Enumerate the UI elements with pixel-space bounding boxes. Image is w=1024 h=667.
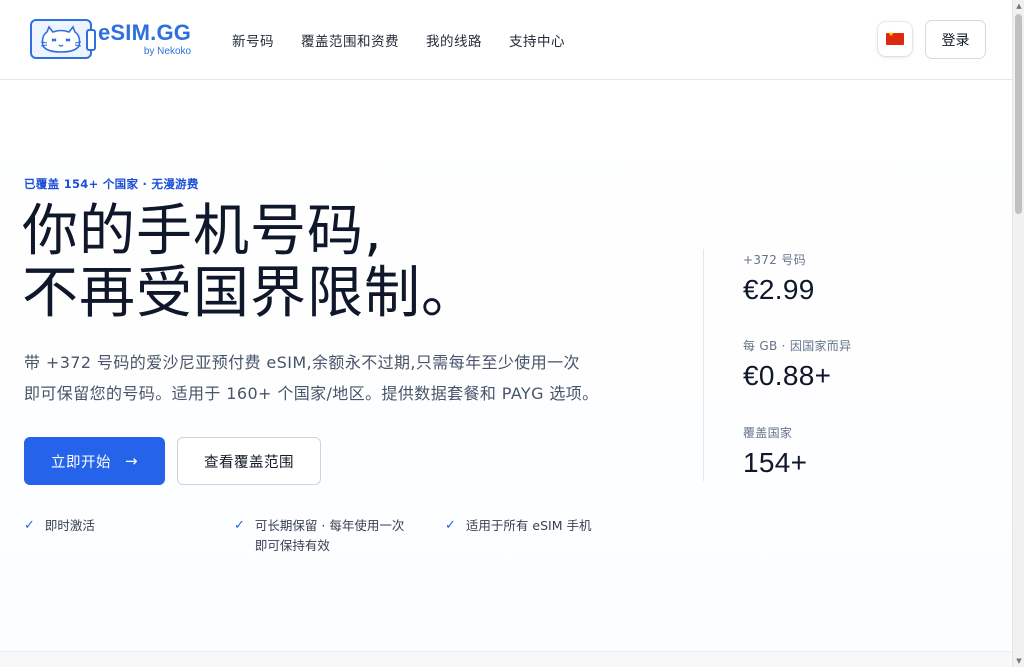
view-coverage-button[interactable]: 查看覆盖范围 — [177, 437, 321, 485]
stat-value: €2.99 — [743, 274, 815, 305]
feature-text: 即时激活 — [44, 518, 95, 533]
get-started-label: 立即开始 — [50, 454, 111, 471]
language-switcher-button[interactable] — [878, 22, 912, 56]
nav-coverage-pricing[interactable]: 覆盖范围和资费 — [301, 30, 399, 50]
feature-text: 可长期保留 · 每年使用一次 — [254, 518, 405, 533]
feature-instant-activation: ✓ 即时激活 — [24, 516, 95, 536]
nav-support-center[interactable]: 支持中心 — [509, 30, 565, 50]
stat-label: 每 GB · 因国家而异 — [743, 339, 852, 353]
logo-subtitle: by Nekoko — [143, 45, 192, 57]
check-icon: ✓ — [445, 518, 456, 533]
hero-description: 带 +372 号码的爱沙尼亚预付费 eSIM,余额永不过期,只需每年至少使用一次… — [24, 347, 644, 409]
china-flag-icon — [886, 30, 904, 45]
nav-new-number[interactable]: 新号码 — [232, 30, 274, 50]
scroll-down-icon[interactable]: ▼ — [1015, 656, 1023, 666]
stat-countries: 覆盖国家 154+ — [743, 424, 807, 479]
stats-panel: +372 号码 €2.99 每 GB · 因国家而异 €0.88+ 覆盖国家 1… — [703, 249, 993, 481]
feature-text: 即可保持有效 — [254, 538, 330, 553]
headline-line-1: 你的手机号码, — [22, 199, 383, 264]
description-line-1: 带 +372 号码的爱沙尼亚预付费 eSIM,余额永不过期,只需每年至少使用一次 — [24, 353, 580, 372]
page-scrollbar[interactable]: ▲ ▼ — [1012, 0, 1024, 667]
logo[interactable]: eSIM.GG by Nekoko — [30, 18, 191, 60]
get-started-button[interactable]: 立即开始 → — [24, 437, 165, 485]
stat-label: 覆盖国家 — [743, 426, 793, 440]
stat-value: 154+ — [743, 447, 808, 478]
next-section-edge — [0, 651, 1012, 667]
stat-number-price: +372 号码 €2.99 — [743, 251, 815, 306]
hero-section: 已覆盖 154+ 个国家 · 无漫游费 你的手机号码, 不再受国界限制。 带 +… — [0, 81, 1012, 651]
feature-long-term-keep: ✓ 可长期保留 · 每年使用一次 即可保持有效 — [234, 516, 404, 556]
feature-text: 适用于所有 eSIM 手机 — [465, 518, 592, 533]
feature-all-esim-phones: ✓ 适用于所有 eSIM 手机 — [445, 516, 591, 536]
hero-eyebrow: 已覆盖 154+ 个国家 · 无漫游费 — [24, 177, 199, 191]
scrollbar-thumb[interactable] — [1015, 14, 1022, 214]
check-icon: ✓ — [24, 518, 35, 533]
cat-sim-logo-icon — [30, 19, 96, 59]
logo-title: eSIM.GG — [98, 19, 192, 45]
nav-my-lines[interactable]: 我的线路 — [426, 30, 482, 50]
site-header: eSIM.GG by Nekoko 新号码 覆盖范围和资费 我的线路 支持中心 … — [0, 0, 1012, 80]
stat-value: €0.88+ — [743, 360, 832, 391]
hero-headline: 你的手机号码, 不再受国界限制。 — [22, 201, 682, 325]
login-button[interactable]: 登录 — [925, 20, 986, 59]
stat-label: +372 号码 — [743, 253, 806, 267]
headline-line-2: 不再受国界限制。 — [22, 261, 478, 326]
check-icon: ✓ — [234, 518, 245, 533]
scroll-up-icon[interactable]: ▲ — [1015, 1, 1023, 11]
stat-data-price: 每 GB · 因国家而异 €0.88+ — [743, 337, 851, 392]
description-line-2: 即可保留您的号码。适用于 160+ 个国家/地区。提供数据套餐和 PAYG 选项… — [24, 384, 599, 403]
arrow-right-icon: → — [124, 452, 139, 470]
main-nav: 新号码 覆盖范围和资费 我的线路 支持中心 — [232, 0, 565, 80]
sim-chip-icon — [86, 29, 96, 51]
